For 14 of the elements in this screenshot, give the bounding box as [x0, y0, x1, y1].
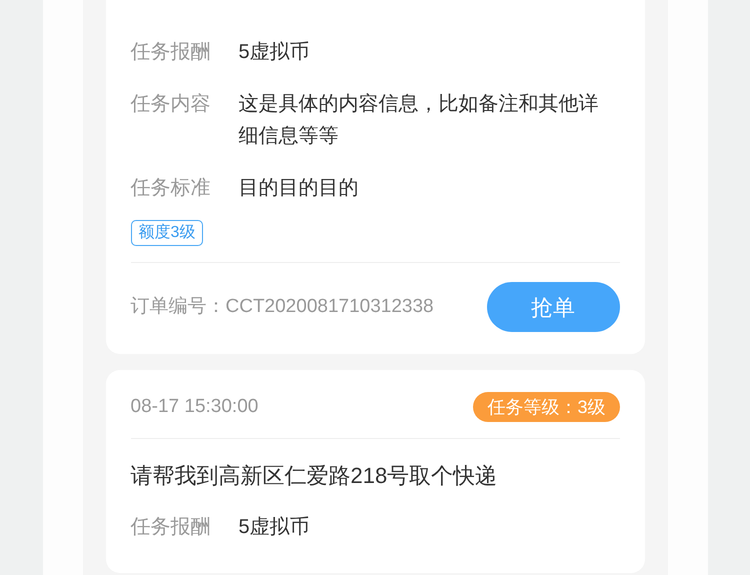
field-value: 5虚拟币	[238, 515, 311, 540]
grab-order-button[interactable]: 抢单	[486, 282, 620, 332]
field-label: 任务报酬	[130, 40, 212, 65]
task-title: 请帮我到高新区仁爱路218号取个快递	[130, 462, 498, 490]
order-number: 订单编号：CCT2020081710312338	[130, 294, 434, 319]
field-label: 任务报酬	[130, 515, 212, 540]
field-label: 任务内容	[130, 92, 212, 117]
task-time: 08-17 15:30:00	[130, 394, 258, 419]
quota-tag: 额度3级	[130, 220, 204, 246]
field-value: 这是具体的内容信息，比如备注和其他详细信息等等	[238, 92, 600, 149]
field-label: 任务标准	[130, 176, 212, 201]
task-level-badge: 任务等级：3级	[473, 392, 620, 422]
field-value: 目的目的目的	[238, 176, 360, 201]
field-value: 5虚拟币	[238, 40, 311, 65]
